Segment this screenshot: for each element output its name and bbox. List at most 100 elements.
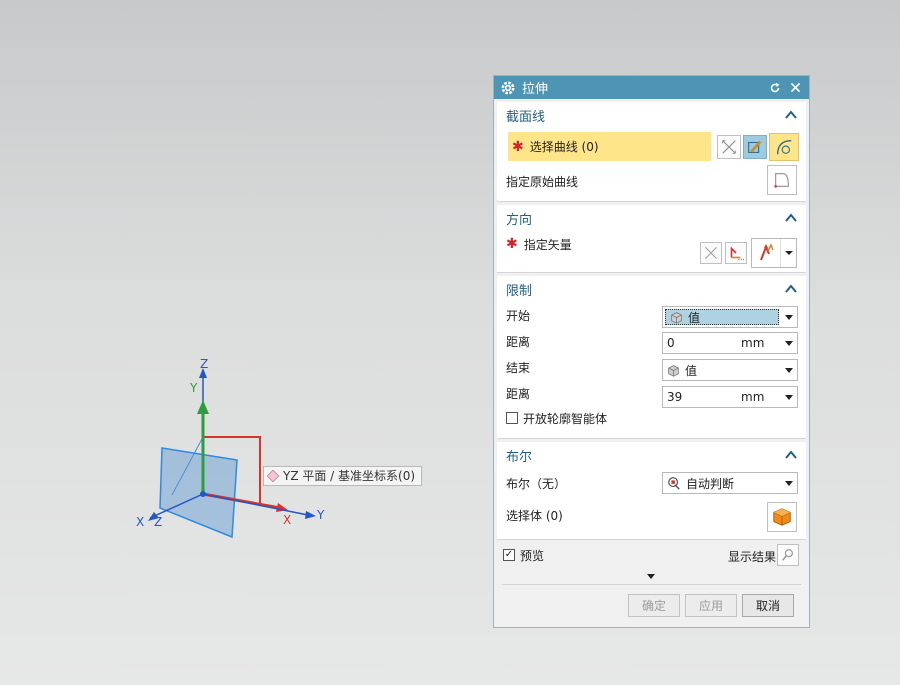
value-cube-icon — [671, 311, 682, 324]
chevron-up-icon[interactable] — [784, 108, 798, 122]
apply-button[interactable]: 应用 — [685, 594, 737, 617]
select-body-button[interactable] — [767, 502, 797, 532]
dropdown-arrow[interactable] — [781, 473, 797, 493]
select-body-label: 选择体 (0) — [506, 508, 563, 523]
section-curve-header[interactable]: 截面线 — [497, 102, 806, 128]
curve-rule-button[interactable] — [769, 133, 799, 161]
z-label: Z — [200, 357, 208, 371]
vector-type-dropdown[interactable] — [751, 238, 797, 268]
y2-arrow-icon — [305, 511, 316, 519]
y-arrow-icon — [197, 400, 209, 414]
yz-plane[interactable] — [159, 447, 238, 539]
origin-point[interactable] — [200, 491, 206, 497]
direction-title: 方向 — [506, 212, 533, 228]
required-asterisk-icon: ✱ — [506, 236, 518, 252]
y2-label: Y — [316, 508, 325, 522]
vector-dialog-icon: ... — [730, 246, 745, 262]
distance2-input[interactable]: 39 mm — [662, 386, 798, 408]
required-asterisk-icon: ✱ — [512, 138, 524, 155]
y-label: Y — [189, 381, 198, 395]
preview-label: 预览 — [520, 548, 545, 563]
original-curve-icon — [774, 173, 789, 188]
distance2-value[interactable]: 39 — [663, 390, 737, 404]
show-result-label: 显示结果 — [728, 550, 777, 564]
show-result-button[interactable] — [777, 544, 799, 566]
boolean-group: 布尔 布尔（无） 自动判断 选择体 (0) — [497, 442, 806, 540]
solid-body-icon — [773, 508, 791, 526]
dropdown-arrow[interactable] — [780, 239, 796, 267]
end-type-value: 值 — [685, 363, 698, 378]
deselect-curve-button[interactable] — [717, 135, 741, 159]
limits-group: 限制 开始 值 距离 0 mm 结束 值 距离 39 mm 开放轮廓智能体 — [497, 276, 806, 439]
x-label: X — [283, 513, 291, 527]
vector-dialog-button[interactable]: ... — [725, 242, 747, 264]
dialog-title: 拉伸 — [522, 82, 549, 97]
distance1-label: 距离 — [506, 334, 531, 349]
boolean-type-value: 自动判断 — [686, 476, 735, 491]
preview-checkbox[interactable]: ✓ — [503, 549, 515, 561]
cancel-button[interactable]: 取消 — [742, 594, 794, 617]
z2-label: Z — [154, 515, 162, 529]
direction-group: 方向 ✱ 指定矢量 ... — [497, 205, 806, 273]
distance1-input[interactable]: 0 mm — [662, 332, 798, 354]
expand-more-button[interactable] — [647, 574, 655, 579]
start-type-dropdown[interactable]: 值 — [662, 306, 798, 328]
reverse-direction-button[interactable] — [700, 242, 722, 264]
dropdown-arrow[interactable] — [781, 307, 797, 327]
section-curve-group: 截面线 ✱ 选择曲线 (0) 指定原始曲线 — [497, 102, 806, 202]
distance2-label: 距离 — [506, 386, 531, 401]
start-label: 开始 — [506, 308, 531, 323]
section-curve-title: 截面线 — [506, 109, 546, 125]
distance2-unit[interactable]: mm — [737, 390, 781, 404]
dropdown-arrow[interactable] — [781, 333, 797, 353]
magnifier-icon — [782, 549, 793, 561]
boolean-label: 布尔（无） — [506, 476, 567, 491]
distance1-value[interactable]: 0 — [663, 336, 737, 350]
select-curve-row[interactable]: ✱ 选择曲线 (0) — [508, 132, 711, 161]
footer-divider — [502, 584, 801, 585]
specify-vector-label: 指定矢量 — [523, 237, 572, 252]
boolean-header[interactable]: 布尔 — [497, 442, 806, 468]
datum-csys-triad[interactable]: Z Y X Y X Z — [120, 340, 340, 560]
open-profile-checkbox[interactable] — [506, 412, 518, 424]
close-icon — [790, 82, 800, 93]
gear-icon — [501, 81, 515, 94]
cross-arrows-icon — [705, 247, 717, 259]
limits-title: 限制 — [506, 283, 533, 299]
original-curve-button[interactable] — [767, 165, 797, 195]
curve-icon — [776, 139, 792, 155]
chevron-up-icon[interactable] — [784, 448, 798, 462]
ok-button[interactable]: 确定 — [628, 594, 680, 617]
x2-label: X — [136, 515, 144, 529]
auto-infer-icon — [668, 477, 680, 490]
dropdown-arrow[interactable] — [781, 387, 797, 407]
value-cube-icon — [668, 364, 679, 377]
end-label: 结束 — [506, 360, 531, 375]
close-button[interactable] — [787, 80, 803, 96]
distance1-unit[interactable]: mm — [737, 336, 781, 350]
expand-arrow-icon — [647, 574, 655, 579]
select-body-row: 选择体 (0) — [497, 498, 806, 532]
chevron-up-icon[interactable] — [784, 282, 798, 296]
svg-text:...: ... — [738, 253, 745, 262]
dialog-footer: ✓ 预览 显示结果 确定 应用 取消 — [494, 539, 809, 629]
specify-original-curve-label: 指定原始曲线 — [506, 174, 579, 189]
end-type-dropdown[interactable]: 值 — [662, 359, 798, 381]
reset-icon — [770, 82, 780, 92]
start-type-value: 值 — [688, 310, 701, 325]
dropdown-arrow[interactable] — [781, 360, 797, 380]
open-profile-row[interactable]: 开放轮廓智能体 — [497, 406, 806, 430]
open-profile-label: 开放轮廓智能体 — [523, 411, 608, 426]
boolean-title: 布尔 — [506, 449, 533, 465]
inferred-vector-icon — [760, 243, 774, 261]
boolean-type-dropdown[interactable]: 自动判断 — [662, 472, 798, 494]
select-curve-label: 选择曲线 (0) — [529, 140, 599, 154]
selection-tooltip: YZ 平面 / 基准坐标系(0) — [263, 466, 423, 486]
reset-button[interactable] — [767, 80, 783, 96]
extrude-dialog: 拉伸 截面线 ✱ 选择曲线 (0) 指定原始曲线 方向 ✱ 指定矢量 ... 限… — [493, 75, 810, 628]
dialog-titlebar[interactable]: 拉伸 — [494, 76, 809, 99]
direction-header[interactable]: 方向 — [497, 205, 806, 231]
sketch-section-button[interactable] — [743, 135, 767, 159]
chevron-up-icon[interactable] — [784, 211, 798, 225]
limits-header[interactable]: 限制 — [497, 276, 806, 302]
